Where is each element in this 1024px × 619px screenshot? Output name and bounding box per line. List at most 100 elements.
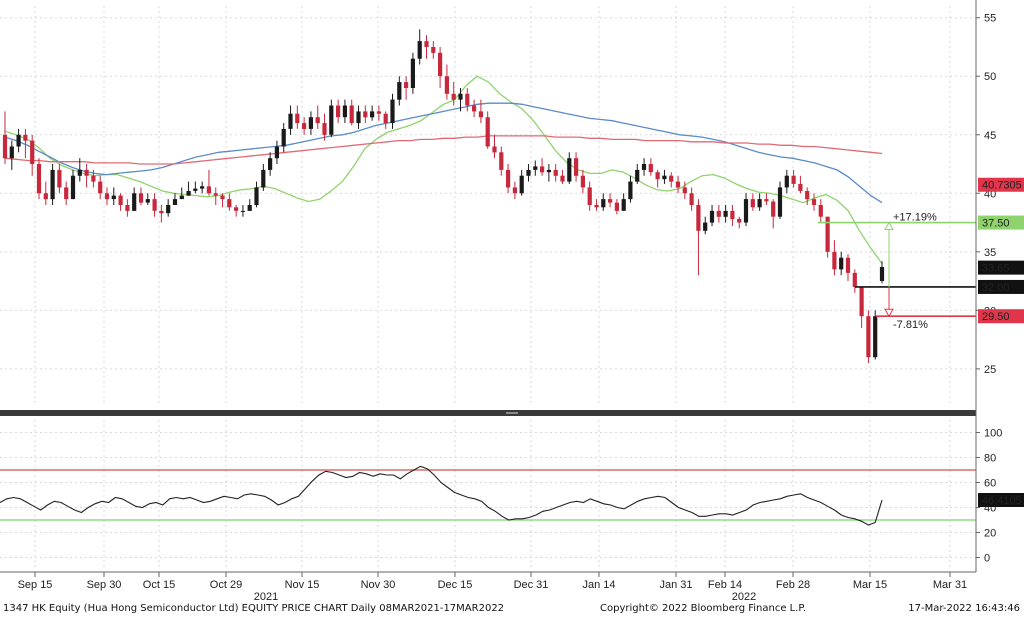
rsi-axis: 02040608010046.4105 <box>976 428 1024 565</box>
rsi-line <box>0 465 883 526</box>
time-axis-tick-label: Sep 15 <box>18 579 53 591</box>
candle-body <box>376 111 381 114</box>
candle-body <box>152 199 157 211</box>
candle-body <box>621 199 626 211</box>
candle-body <box>220 195 225 200</box>
candle-body <box>111 195 116 200</box>
candle-body <box>737 219 742 223</box>
candle-body <box>206 186 211 194</box>
candle-body <box>499 152 504 170</box>
candle-body <box>390 99 395 123</box>
candle-body <box>138 193 144 203</box>
candle-body <box>777 187 783 217</box>
candle-body <box>805 191 810 200</box>
candle-body <box>23 134 28 141</box>
candle-body <box>404 82 409 88</box>
candle-body <box>438 52 443 77</box>
price-tag: 33.65 <box>978 260 1024 275</box>
candle-body <box>159 210 164 214</box>
candle-body <box>879 267 885 281</box>
candle-body <box>288 113 293 129</box>
candle-body <box>750 199 755 208</box>
time-axis-tick-label: Mar 15 <box>853 579 887 591</box>
top-panel-background <box>0 0 976 410</box>
candle-body <box>64 187 69 200</box>
candle-body <box>465 93 470 106</box>
footer-copyright: Copyright© 2022 Bloomberg Finance L.P. <box>600 603 807 614</box>
candle-body <box>682 187 687 194</box>
candle-body <box>478 111 483 118</box>
time-axis-tick-label: Feb 28 <box>776 579 810 591</box>
price-tag: 32.00 <box>978 279 1024 294</box>
candle-body <box>791 175 796 184</box>
candle-body <box>866 316 871 358</box>
candle-body <box>36 164 42 194</box>
candle-body <box>57 169 62 188</box>
candle-body <box>247 205 252 211</box>
time-axis-tick-label: Oct 15 <box>143 579 175 591</box>
time-axis-tick-label: Nov 30 <box>361 579 396 591</box>
candle-body <box>669 175 674 182</box>
price-tag-value: 29.50 <box>982 311 1010 323</box>
candle-body <box>540 166 545 173</box>
annotation-percent-label: -7.81% <box>893 319 928 331</box>
footer-security-title: 1347 HK Equity (Hua Hong Semiconductor L… <box>3 603 505 614</box>
candle-body <box>322 123 327 135</box>
candle-body <box>675 181 681 188</box>
candle-body <box>716 210 721 217</box>
candle-body <box>356 111 361 124</box>
candle-body <box>655 172 660 180</box>
candle-body <box>16 134 21 147</box>
time-axis-tick-label: Sep 30 <box>87 579 122 591</box>
candle-body <box>98 181 103 194</box>
candle-body <box>648 164 653 173</box>
time-axis-tick-label: Dec 31 <box>514 579 549 591</box>
candle-body <box>240 210 245 212</box>
candle-body <box>383 113 388 124</box>
candle-body <box>594 205 599 208</box>
candle-body <box>533 166 538 170</box>
candle-body <box>703 222 708 231</box>
candle-body <box>424 41 429 47</box>
candle-body <box>125 205 130 211</box>
price-axis-tick-label: 45 <box>984 130 996 142</box>
footer-timestamp: 17-Mar-2022 16:43:46 <box>908 603 1020 614</box>
price-axis-tick-label: 25 <box>984 364 996 376</box>
candle-body <box>757 199 762 208</box>
candle-body <box>132 193 137 211</box>
time-axis: Sep 15 Sep 30 Oct 15 Oct 29 Nov 15 Nov 30 Dec … <box>18 572 967 603</box>
rsi-value-tag: 46.4105 <box>978 493 1024 507</box>
candle-body <box>730 210 735 220</box>
candle-body <box>2 134 8 159</box>
candle-body <box>560 175 565 182</box>
candle-body <box>689 193 694 205</box>
candle-body <box>444 76 449 94</box>
price-tag-value: 33.65 <box>982 263 1010 275</box>
candle-body <box>472 105 477 112</box>
candle-body <box>234 207 239 211</box>
candle-body <box>709 210 715 223</box>
candle-body <box>764 199 769 202</box>
candle-body <box>186 191 191 196</box>
candle-body <box>308 117 313 129</box>
candle-body <box>397 82 402 100</box>
price-tag: 40.7305 <box>978 177 1024 192</box>
time-axis-tick-label: Mar 31 <box>933 579 967 591</box>
rsi-axis-tick-label: 80 <box>984 453 996 465</box>
candle-body <box>451 93 456 100</box>
candle-body <box>302 123 307 129</box>
candle-body <box>845 257 851 273</box>
candle-body <box>546 169 551 173</box>
panel-divider[interactable] <box>0 410 976 416</box>
price-axis-tick-label: 55 <box>984 13 996 25</box>
candle-body <box>342 105 347 118</box>
candle-body <box>580 175 585 188</box>
candle-body <box>526 169 531 176</box>
candle-body <box>852 272 857 287</box>
price-chart: +17.19%-7.81% 2530354045505540.730537.50… <box>0 0 1024 603</box>
candle-body <box>587 187 592 205</box>
candle-body <box>553 169 558 176</box>
price-tag-value: 37.50 <box>982 218 1010 230</box>
candle-body <box>614 202 619 211</box>
candle-body <box>70 175 76 200</box>
